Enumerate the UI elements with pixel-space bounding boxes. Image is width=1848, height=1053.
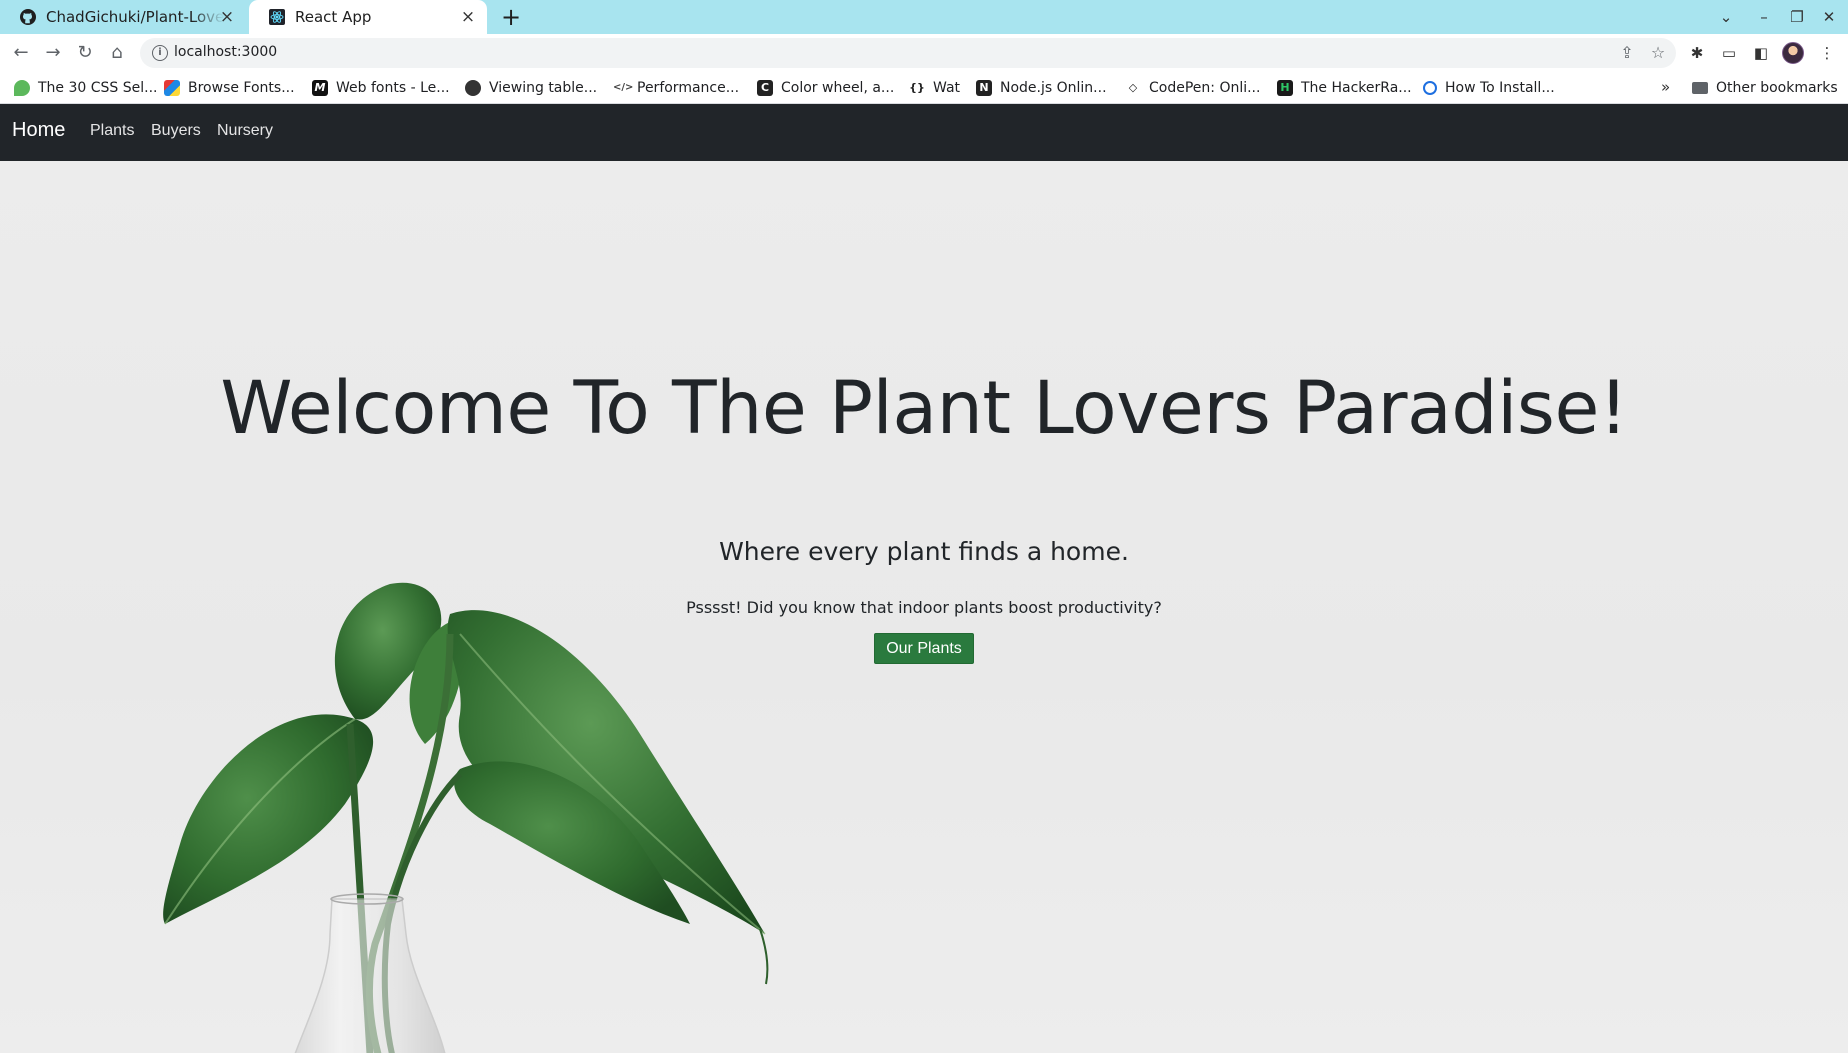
minimize-icon[interactable]: – [1753, 6, 1775, 28]
bookmark-item[interactable]: {} Wat [909, 72, 960, 104]
other-bookmarks-folder[interactable]: Other bookmarks [1692, 72, 1838, 104]
hero-subtitle: Where every plant finds a home. [719, 537, 1129, 566]
codepen-icon: ◇ [1128, 81, 1138, 94]
github-icon [20, 9, 36, 25]
our-plants-button[interactable]: Our Plants [874, 633, 974, 664]
app-navbar: Home Plants Buyers Nursery [0, 104, 1848, 161]
close-tab-icon[interactable]: × [218, 8, 236, 26]
more-bookmarks-button[interactable]: » [1661, 78, 1670, 96]
close-tab-icon[interactable]: × [459, 8, 477, 26]
globe-icon [465, 80, 481, 96]
hero-title: Welcome To The Plant Lovers Paradise! [220, 366, 1628, 451]
hackerrank-icon: H [1277, 80, 1293, 96]
braces-icon: {} [909, 81, 925, 94]
extensions-icon[interactable]: ✱ [1686, 42, 1708, 64]
nav-link-nursery[interactable]: Nursery [217, 122, 273, 140]
color-wheel-icon: C [757, 80, 773, 96]
page-viewport: Home Plants Buyers Nursery Welcome To Th… [0, 104, 1848, 1053]
bookmark-item[interactable]: C Color wheel, a... [757, 72, 894, 104]
bookmark-item[interactable]: </> Performance... [613, 72, 739, 104]
bookmark-item[interactable]: M Web fonts - Le... [312, 72, 450, 104]
mdn-icon: M [312, 80, 328, 96]
folder-icon [1692, 82, 1708, 94]
hero-text: Psssst! Did you know that indoor plants … [686, 598, 1162, 617]
tab-title: React App [295, 8, 372, 26]
side-panel-icon[interactable]: ◧ [1750, 42, 1772, 64]
bookmarks-bar: The 30 CSS Sel... Browse Fonts... M Web f… [0, 72, 1848, 104]
react-icon [269, 9, 285, 25]
nav-link-plants[interactable]: Plants [90, 122, 134, 140]
profile-avatar[interactable] [1782, 42, 1804, 64]
home-icon[interactable]: ⌂ [106, 42, 128, 64]
close-window-icon[interactable]: ✕ [1818, 6, 1840, 28]
new-tab-icon[interactable]: + [498, 4, 524, 30]
bookmark-item[interactable]: The 30 CSS Sel... [14, 72, 158, 104]
tab-github[interactable]: ChadGichuki/Plant-Lovers × [0, 0, 246, 34]
cast-icon[interactable]: ▭ [1718, 42, 1740, 64]
share-icon[interactable]: ⇪ [1616, 42, 1638, 64]
code-icon: </> [613, 82, 634, 93]
restore-icon[interactable]: ❐ [1786, 6, 1808, 28]
bookmark-star-icon[interactable]: ☆ [1647, 42, 1669, 64]
digitalocean-icon [1423, 81, 1437, 95]
bookmark-item[interactable]: How To Install... [1423, 72, 1555, 104]
back-icon[interactable]: ← [10, 42, 32, 64]
navbar-brand-home[interactable]: Home [12, 119, 65, 142]
reload-icon[interactable]: ↻ [74, 42, 96, 64]
site-info-icon[interactable]: i [152, 45, 168, 61]
menu-kebab-icon[interactable]: ⋮ [1816, 42, 1838, 64]
plant-in-vase-image [163, 582, 769, 1053]
tab-react-app[interactable]: React App × [249, 0, 487, 34]
forward-icon[interactable]: → [42, 42, 64, 64]
nav-link-buyers[interactable]: Buyers [151, 122, 201, 140]
tab-search-chevron-icon[interactable]: ⌄ [1715, 6, 1737, 28]
bookmark-item[interactable]: H The HackerRa... [1277, 72, 1412, 104]
bookmark-item[interactable]: N Node.js Onlin... [976, 72, 1107, 104]
address-bar[interactable]: i localhost:3000 ⇪ ☆ [140, 38, 1676, 68]
address-text[interactable]: localhost:3000 [174, 44, 277, 60]
browser-toolbar: ← → ↻ ⌂ i localhost:3000 ⇪ ☆ ✱ ▭ ◧ ⋮ [0, 34, 1848, 72]
bookmark-item[interactable]: ◇ CodePen: Onli... [1125, 72, 1261, 104]
tab-strip: ChadGichuki/Plant-Lovers × React App × +… [0, 0, 1848, 34]
leaf-icon [14, 80, 30, 96]
fonts-icon [164, 80, 180, 96]
bookmark-item[interactable]: Browse Fonts... [164, 72, 295, 104]
bookmark-item[interactable]: Viewing table... [465, 72, 597, 104]
tab-title: ChadGichuki/Plant-Lovers [46, 8, 224, 26]
node-online-icon: N [976, 80, 992, 96]
